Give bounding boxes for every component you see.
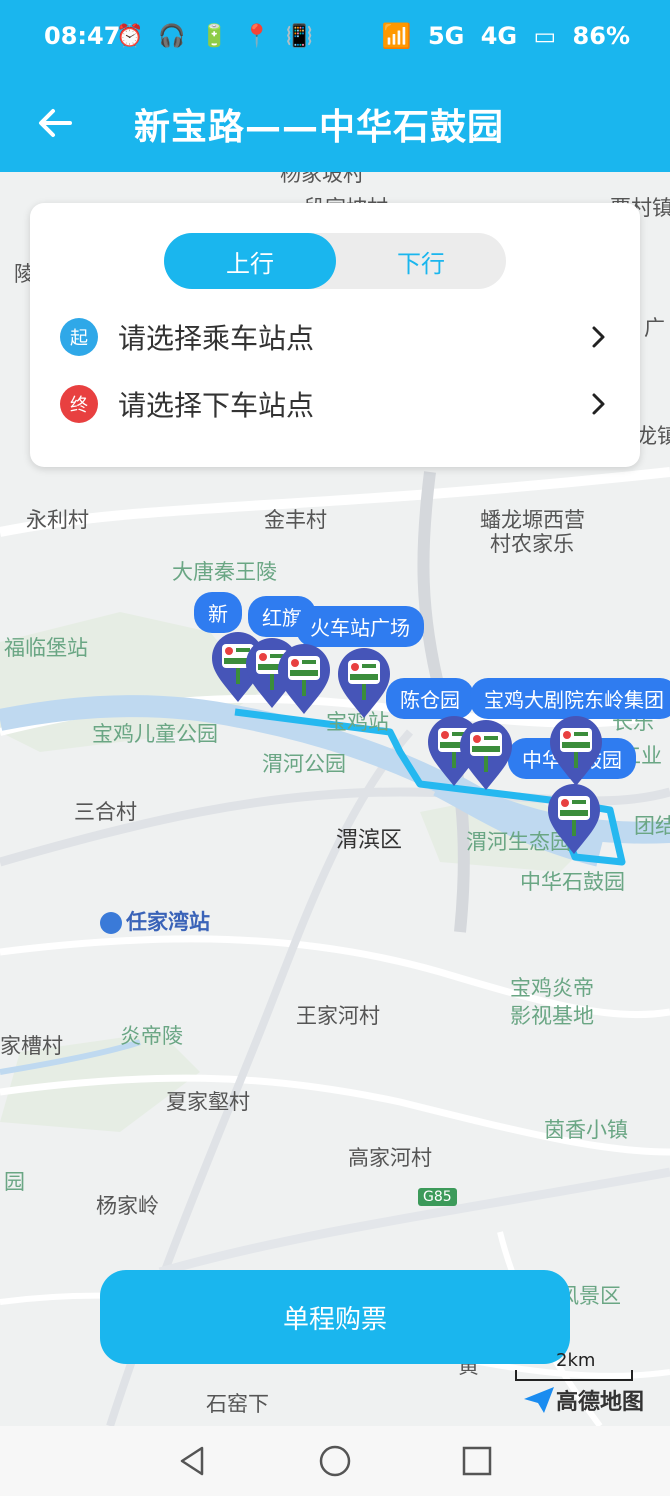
map-scale-bar: [515, 1370, 633, 1381]
map-label: 影视基地: [510, 1004, 594, 1028]
network-4g-label: 4G: [480, 22, 518, 50]
map-label: 渭滨区: [336, 828, 403, 853]
battery-icon: ▭: [533, 22, 557, 50]
station-bubble[interactable]: 新: [194, 592, 242, 633]
chevron-right-icon: [592, 393, 605, 415]
arrow-left-icon: [39, 109, 72, 137]
end-badge: 终: [60, 385, 98, 423]
direction-up-tab[interactable]: 上行: [164, 233, 336, 289]
metro-station-icon: [100, 912, 122, 934]
page-title: 新宝路——中华石鼓园: [134, 107, 505, 148]
single-ticket-button[interactable]: 单程购票: [100, 1270, 570, 1364]
station-bubble[interactable]: 宝鸡大剧院东岭集团: [470, 678, 670, 719]
status-notification-icons: ⏰ 🎧 🔋 📍 📳: [116, 24, 317, 49]
nav-recent-icon[interactable]: [460, 1444, 494, 1478]
alighting-stop-selector[interactable]: 终 请选择下车站点: [60, 376, 610, 432]
map-label: 龙镇: [636, 424, 670, 448]
map-label: 园: [4, 1170, 25, 1194]
map-label: 杨家坡村: [280, 172, 364, 186]
map-label: 宝鸡炎帝: [510, 976, 594, 1000]
boarding-stop-label: 请选择乘车站点: [118, 322, 315, 355]
map-label: 大唐秦王陵: [172, 560, 277, 584]
map-label: 宝鸡儿童公园: [92, 722, 218, 746]
status-system-icons: 📶 5G 4G ▭ 86%: [374, 22, 630, 50]
boarding-stop-selector[interactable]: 起 请选择乘车站点: [60, 309, 610, 365]
app-header: 新宝路——中华石鼓园: [0, 80, 670, 172]
metro-station-label: 任家湾站: [100, 906, 210, 936]
back-button[interactable]: [30, 98, 80, 148]
map-label: 炎帝陵: [120, 1024, 183, 1048]
direction-down-tab[interactable]: 下行: [336, 233, 506, 289]
wifi-icon: 📶: [381, 22, 412, 50]
bus-stop-pin-icon[interactable]: [546, 784, 602, 856]
nav-back-icon[interactable]: [176, 1444, 210, 1478]
amap-logo: 高德地图: [522, 1384, 644, 1416]
amap-logo-icon: [524, 1387, 554, 1413]
direction-toggle: 上行 下行: [164, 233, 506, 289]
map-label: 村农家乐: [490, 532, 574, 556]
map-label: 茵香小镇: [544, 1118, 628, 1142]
map-label: 福临堡站: [4, 636, 88, 660]
alighting-stop-label: 请选择下车站点: [118, 389, 315, 422]
map-label: 高家河村: [348, 1146, 432, 1170]
bus-stop-pin-icon[interactable]: [548, 716, 604, 788]
highway-badge: G85: [418, 1188, 457, 1206]
map-label: 渭河公园: [262, 752, 346, 776]
bus-stop-pin-icon[interactable]: [336, 648, 392, 720]
map-label: 王家河村: [296, 1004, 380, 1028]
map-label: 杨家岭: [96, 1194, 159, 1218]
battery-percent: 86%: [572, 22, 630, 50]
map-label: 广: [644, 316, 665, 340]
network-5g-label: 5G: [427, 22, 465, 50]
system-nav-bar: [0, 1426, 670, 1496]
stop-selection-card: 上行 下行 起 请选择乘车站点 终 请选择下车站点: [30, 203, 640, 467]
map-label: 中华石鼓园: [520, 870, 625, 894]
map-label: 团结: [634, 814, 670, 838]
station-bubble[interactable]: 火车站广场: [296, 606, 424, 647]
nav-home-icon[interactable]: [318, 1444, 352, 1478]
map-label: 三合村: [74, 800, 137, 824]
map-label: 石窑下: [206, 1392, 269, 1416]
station-bubble[interactable]: 陈仓园: [386, 678, 474, 719]
status-time: 08:47: [44, 22, 121, 50]
map-label: 金丰村: [264, 508, 327, 532]
status-bar: 08:47 ⏰ 🎧 🔋 📍 📳 📶 5G 4G ▭ 86%: [0, 0, 670, 80]
map-label: 永利村: [26, 508, 89, 532]
map-label: 夏家壑村: [166, 1090, 250, 1114]
bus-stop-pin-icon[interactable]: [276, 644, 332, 716]
chevron-right-icon: [592, 326, 605, 348]
start-badge: 起: [60, 318, 98, 356]
map-label: 家槽村: [0, 1034, 63, 1058]
bus-stop-pin-icon[interactable]: [458, 720, 514, 792]
